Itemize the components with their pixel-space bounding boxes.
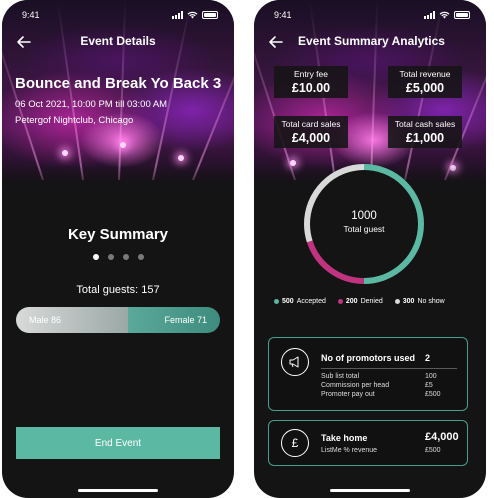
- donut-total: 1000: [351, 210, 377, 222]
- wifi-icon: [187, 11, 198, 19]
- page-indicator[interactable]: [2, 254, 234, 260]
- stat-value: £4,000: [291, 131, 331, 145]
- nav-bar: Event Summary Analytics: [268, 34, 472, 50]
- promotors-title: No of promotors used: [321, 353, 415, 363]
- page-title: Event Summary Analytics: [298, 34, 445, 48]
- row-label: Commission per head: [321, 382, 390, 389]
- status-time: 9:41: [274, 10, 292, 20]
- page-dot[interactable]: [137, 254, 144, 260]
- status-time: 9:41: [22, 10, 40, 20]
- stat-label: Total revenue: [399, 69, 451, 79]
- female-label: Female 71: [164, 315, 207, 325]
- take-home-card: £ Take home £4,000 ListMe % revenue £500: [268, 420, 468, 466]
- legend-label: Denied: [360, 298, 383, 305]
- page-dot[interactable]: [122, 254, 129, 260]
- battery-icon: [454, 11, 470, 19]
- page-dot[interactable]: [107, 254, 114, 260]
- row-value: £500: [425, 391, 441, 398]
- divider: [321, 368, 457, 369]
- nav-bar: Event Details: [16, 34, 220, 50]
- row-value: £5: [425, 382, 433, 389]
- promotors-card: No of promotors used 2 Sub list total 10…: [268, 337, 468, 411]
- stat-label: Total cash sales: [394, 119, 456, 129]
- home-indicator[interactable]: [330, 489, 410, 492]
- take-home-value: £4,000: [425, 431, 459, 443]
- megaphone-icon: [281, 348, 309, 376]
- legend-count: 300: [402, 298, 415, 305]
- legend-swatch: [337, 299, 343, 304]
- legend-label: No show: [417, 298, 445, 305]
- stat-card-sales: Total card sales £4,000: [274, 116, 348, 148]
- cellular-signal-icon: [172, 11, 183, 19]
- donut-center: 1000 Total guest: [302, 210, 426, 234]
- stat-value: £5,000: [405, 81, 445, 95]
- stat-value: £10.00: [291, 81, 331, 95]
- row-label: Promoter pay out: [321, 391, 375, 398]
- status-bar: 9:41: [274, 9, 470, 21]
- stat-label: Total card sales: [281, 119, 341, 129]
- legend-count: 500: [282, 298, 294, 305]
- legend-denied: 200 Denied: [337, 298, 383, 305]
- legend-label: Accepted: [296, 298, 326, 305]
- event-details-screen: 9:41 Event Details Bounce and Break Yo B…: [2, 0, 234, 498]
- end-event-button[interactable]: End Event: [16, 427, 220, 459]
- legend-swatch: [274, 299, 279, 304]
- canvas: 9:41 Event Details Bounce and Break Yo B…: [0, 0, 494, 498]
- battery-icon: [202, 11, 218, 19]
- row-label: Sub list total: [321, 373, 360, 380]
- back-arrow-icon[interactable]: [268, 34, 284, 50]
- stat-entry-fee: Entry fee £10.00: [274, 66, 348, 98]
- event-venue: Petergof Nightclub, Chicago: [15, 115, 134, 126]
- cellular-signal-icon: [424, 11, 435, 19]
- total-guests: Total guests: 157: [76, 284, 160, 296]
- row-value: 100: [425, 373, 437, 380]
- stat-label: Entry fee: [293, 69, 329, 79]
- page-title: Event Details: [80, 34, 156, 48]
- row-value: £500: [425, 447, 441, 454]
- male-label: Male 86: [29, 315, 62, 325]
- stat-value: £1,000: [405, 131, 445, 145]
- status-bar: 9:41: [22, 9, 218, 21]
- section-title: Key Summary: [67, 226, 169, 243]
- take-home-title: Take home: [321, 433, 368, 443]
- row-label: ListMe % revenue: [321, 447, 378, 454]
- legend-count: 200: [345, 298, 358, 305]
- promotors-count: 2: [425, 353, 431, 363]
- gender-split-bar: Male 86 Female 71: [16, 307, 220, 333]
- legend-swatch: [394, 299, 400, 304]
- stat-total-revenue: Total revenue £5,000: [388, 66, 462, 98]
- wifi-icon: [439, 11, 450, 19]
- pound-icon: £: [281, 429, 309, 457]
- legend-accepted: 500 Accepted: [274, 298, 326, 305]
- event-title: Bounce and Break Yo Back 3: [15, 75, 222, 92]
- donut-label: Total guest: [343, 224, 385, 234]
- event-summary-screen: 9:41 Event Summary Analytics Entry fee £…: [254, 0, 486, 498]
- stat-cash-sales: Total cash sales £1,000: [388, 116, 462, 148]
- event-datetime: 06 Oct 2021, 10:00 PM till 03:00 AM: [15, 99, 168, 110]
- home-indicator[interactable]: [78, 489, 158, 492]
- donut-legend: 500 Accepted 200 Denied 300 No show: [274, 298, 445, 305]
- legend-no-show: 300 No show: [394, 298, 445, 305]
- page-dot[interactable]: [92, 254, 99, 260]
